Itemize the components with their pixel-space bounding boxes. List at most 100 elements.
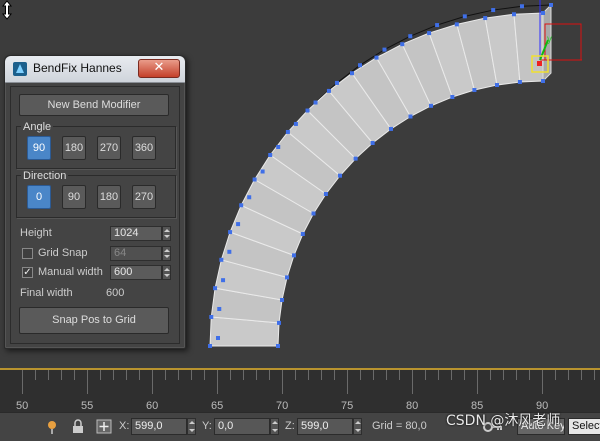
mesh-vertex (291, 253, 296, 258)
selection-filter-dropdown[interactable]: Selected (568, 418, 600, 435)
timeline-minor-tick (178, 370, 179, 380)
timeline-major-tick (542, 370, 543, 394)
dialog-body: New Bend Modifier Angle 90 180 270 360 D… (10, 86, 180, 344)
timeline-minor-tick (516, 370, 517, 380)
manual-width-label: Manual width (38, 266, 103, 278)
bendfix-dialog: BendFix Hannes ✕ New Bend Modifier Angle… (4, 55, 186, 349)
mesh-vertex (228, 230, 233, 235)
mesh-vertex (217, 306, 222, 311)
timeline-major-tick (347, 370, 348, 394)
dialog-titlebar[interactable]: BendFix Hannes ✕ (5, 56, 185, 83)
timeline-tick-label: 55 (81, 400, 94, 412)
mesh-vertex (454, 22, 459, 27)
direction-180-button[interactable]: 180 (97, 185, 121, 209)
z-coord-field[interactable]: 599,0 (297, 418, 353, 435)
mesh-vertex (219, 257, 224, 262)
final-width-label: Final width (20, 287, 73, 299)
isolate-icon[interactable] (44, 418, 60, 435)
mesh-vertex (334, 80, 339, 85)
height-field[interactable]: 1024 (110, 226, 162, 241)
mesh-vertex (280, 297, 285, 302)
mesh-vertex (511, 12, 516, 17)
angle-180-button[interactable]: 180 (62, 136, 86, 160)
snap-pos-to-grid-button[interactable]: Snap Pos to Grid (19, 307, 169, 334)
mesh-vertex (221, 278, 226, 283)
mesh-vertex (311, 211, 316, 216)
grid-snap-spinner[interactable] (162, 246, 171, 261)
timeline-minor-tick (399, 370, 400, 380)
mesh-vertex (213, 286, 218, 291)
timeline-minor-tick (386, 370, 387, 380)
angle-90-button[interactable]: 90 (27, 136, 51, 160)
timeline-tick-label: 80 (406, 400, 419, 412)
timeline[interactable]: 50 55 60 65 70 75 80 85 90 (0, 368, 600, 414)
pivot-point (537, 61, 542, 66)
mesh-vertex (472, 88, 477, 93)
mesh-vertex (357, 63, 362, 68)
timeline-minor-tick (555, 370, 556, 380)
timeline-minor-tick (139, 370, 140, 380)
direction-0-button[interactable]: 0 (27, 185, 51, 209)
y-coord-spinner[interactable] (270, 418, 279, 435)
mesh-vertex (483, 16, 488, 21)
timeline-tick-label: 50 (16, 400, 29, 412)
timeline-minor-tick (594, 370, 595, 380)
timeline-minor-tick (503, 370, 504, 380)
close-button[interactable]: ✕ (138, 59, 180, 78)
manual-width-checkbox[interactable]: ✓ (22, 267, 33, 278)
bent-mesh (208, 3, 553, 348)
z-coord-spinner[interactable] (353, 418, 362, 435)
mesh-vertex (277, 320, 282, 325)
transform-mode-icon[interactable] (96, 418, 112, 435)
timeline-minor-tick (113, 370, 114, 380)
height-label: Height (20, 227, 52, 239)
x-coord-spinner[interactable] (187, 418, 196, 435)
grid-snap-checkbox[interactable] (22, 248, 33, 259)
mesh-vertex (389, 126, 394, 131)
direction-270-button[interactable]: 270 (132, 185, 156, 209)
mesh-vertex (300, 232, 305, 237)
timeline-minor-tick (35, 370, 36, 380)
mesh-vertex (276, 344, 280, 348)
y-coord-field[interactable]: 0,0 (214, 418, 270, 435)
mesh-vertex (517, 80, 522, 85)
manual-width-spinner[interactable] (162, 265, 171, 280)
mesh-vertex (323, 192, 328, 197)
timeline-minor-tick (334, 370, 335, 380)
mesh-vertex (491, 8, 496, 13)
manual-width-field[interactable]: 600 (110, 265, 162, 280)
mesh-vertex (427, 31, 432, 36)
direction-90-button[interactable]: 90 (62, 185, 86, 209)
grid-snap-field[interactable]: 64 (110, 246, 162, 261)
mesh-vertex (285, 275, 290, 280)
new-bend-modifier-button[interactable]: New Bend Modifier (19, 94, 169, 116)
timeline-minor-tick (126, 370, 127, 380)
dialog-title: BendFix Hannes (33, 61, 122, 75)
mesh-vertex (541, 11, 545, 15)
mesh-vertex (227, 249, 232, 254)
timeline-major-tick (477, 370, 478, 394)
mesh-vertex (209, 314, 214, 319)
app-icon (13, 62, 27, 76)
lock-icon[interactable] (70, 418, 86, 435)
timeline-tick-label: 65 (211, 400, 224, 412)
x-coord-field[interactable]: 599,0 (131, 418, 187, 435)
angle-270-button[interactable]: 270 (97, 136, 121, 160)
timeline-tick-label: 75 (341, 400, 354, 412)
timeline-minor-tick (269, 370, 270, 380)
timeline-minor-tick (373, 370, 374, 380)
mesh-vertex (435, 23, 440, 28)
mesh-vertex (236, 222, 241, 227)
mesh-vertex (462, 14, 467, 19)
height-spinner[interactable] (162, 226, 171, 241)
mesh-vertex (313, 100, 318, 105)
final-width-value: 600 (106, 287, 125, 299)
angle-360-button[interactable]: 360 (132, 136, 156, 160)
timeline-minor-tick (581, 370, 582, 380)
direction-group-label: Direction (21, 170, 69, 182)
mesh-vertex (382, 47, 387, 52)
timeline-minor-tick (165, 370, 166, 380)
resize-cursor-icon (1, 0, 13, 20)
timeline-minor-tick (295, 370, 296, 380)
mesh-vertex (353, 156, 358, 161)
